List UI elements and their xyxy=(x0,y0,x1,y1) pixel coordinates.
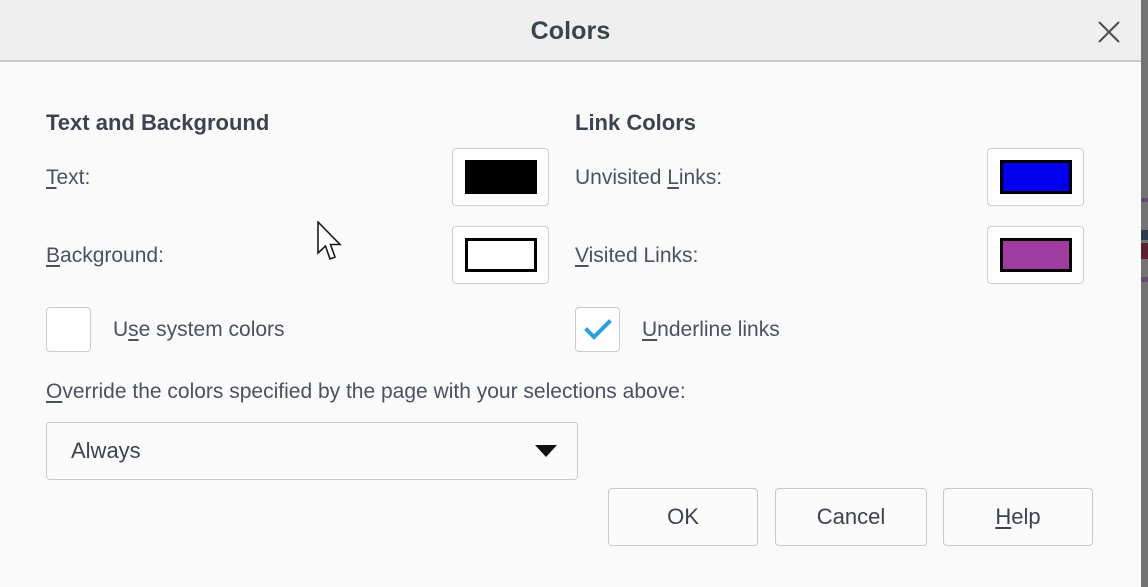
accesskey-char: T xyxy=(46,166,57,189)
color-chip xyxy=(464,238,537,272)
label-lead: U xyxy=(113,317,129,341)
close-button[interactable] xyxy=(1089,12,1129,52)
accesskey-char: H xyxy=(995,504,1012,529)
visited-link-color-swatch[interactable] xyxy=(987,226,1084,284)
background-window-artifact xyxy=(1141,277,1148,282)
help-button-label: Help xyxy=(995,504,1040,530)
use-system-colors-label: Use system colors xyxy=(113,318,285,342)
underline-links-checkbox[interactable] xyxy=(575,307,620,352)
close-icon xyxy=(1096,19,1122,45)
background-window-sliver xyxy=(1141,0,1148,587)
label-rest: nderline links xyxy=(657,317,780,341)
override-colors-select-value: Always xyxy=(71,438,141,463)
background-color-label: Background: xyxy=(46,244,164,268)
background-window-artifact xyxy=(1141,198,1148,202)
background-window-artifact xyxy=(1141,230,1148,240)
visited-link-color-label: Visited Links: xyxy=(575,244,698,268)
accesskey-char: U xyxy=(642,317,658,341)
label-rest: inks: xyxy=(678,166,723,189)
section-heading-text-and-background: Text and Background xyxy=(46,110,270,135)
label-lead: Unvisited xyxy=(575,166,668,189)
use-system-colors-row[interactable]: Use system colors xyxy=(46,307,285,352)
label-rest: ackground: xyxy=(60,244,164,267)
dialog-title: Colors xyxy=(530,17,611,45)
accesskey-char: s xyxy=(128,317,139,341)
checkmark-icon xyxy=(583,318,613,342)
background-color-swatch[interactable] xyxy=(452,226,549,284)
label-rest: isited Links: xyxy=(588,244,699,267)
cancel-button-label: Cancel xyxy=(816,504,886,529)
color-chip xyxy=(999,160,1072,194)
ok-button-label: OK xyxy=(667,504,699,529)
accesskey-char: O xyxy=(46,380,63,403)
underline-links-label: Underline links xyxy=(642,318,780,342)
dialog-titlebar: Colors xyxy=(0,0,1141,62)
label-rest: ext: xyxy=(56,166,91,189)
accesskey-char: V xyxy=(575,244,589,267)
text-color-label: Text: xyxy=(46,166,90,190)
label-rest: elp xyxy=(1011,504,1041,529)
section-heading-link-colors: Link Colors xyxy=(575,110,697,135)
dialog-content: Text and Background Link Colors Text: Ba… xyxy=(0,62,1141,587)
label-rest: verride the colors specified by the page… xyxy=(62,380,686,403)
use-system-colors-checkbox[interactable] xyxy=(46,307,91,352)
unvisited-link-color-label: Unvisited Links: xyxy=(575,166,722,190)
chevron-down-icon xyxy=(535,445,557,457)
colors-dialog: Colors Text and Background Link Colors T… xyxy=(0,0,1148,587)
help-button[interactable]: Help xyxy=(943,488,1093,546)
background-window-artifact xyxy=(1141,243,1148,259)
underline-links-row[interactable]: Underline links xyxy=(575,307,780,352)
label-rest: e system colors xyxy=(138,317,285,341)
text-color-swatch[interactable] xyxy=(452,148,549,206)
override-colors-label: Override the colors specified by the pag… xyxy=(46,380,686,404)
override-colors-select[interactable]: Always xyxy=(46,422,578,480)
accesskey-char: B xyxy=(46,244,61,267)
ok-button[interactable]: OK xyxy=(608,488,758,546)
accesskey-char: L xyxy=(667,166,679,189)
cancel-button[interactable]: Cancel xyxy=(775,488,927,546)
color-chip xyxy=(464,160,537,194)
unvisited-link-color-swatch[interactable] xyxy=(987,148,1084,206)
color-chip xyxy=(999,238,1072,272)
